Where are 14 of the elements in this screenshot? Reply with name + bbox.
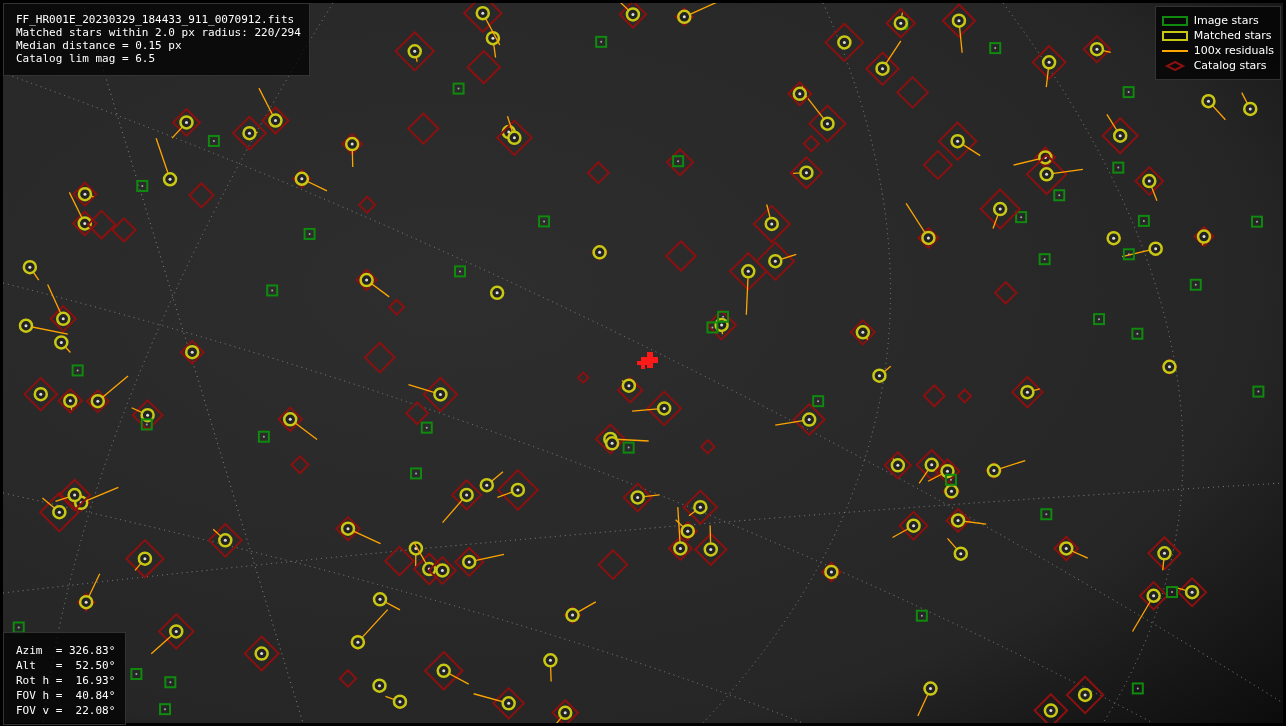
info-text: Matched stars within 2.0 px radius: 220/294 — [16, 26, 301, 39]
legend-label: Catalog stars — [1193, 59, 1267, 72]
legend-label: 100x residuals — [1193, 44, 1274, 57]
cross-icon — [637, 357, 649, 369]
legend-label: Matched stars — [1193, 29, 1272, 42]
legend-label: Image stars — [1193, 14, 1259, 27]
pointing-text: Azim = 326.83° — [16, 643, 116, 658]
info-text: Catalog lim mag = 6.5 — [16, 52, 157, 65]
info-text: FF_HR001E_20230329_184433_911_0070912.fits — [16, 13, 296, 26]
pointing-text: FOV v = 22.08° — [16, 703, 116, 718]
info-text: Median distance = 0.15 px — [16, 39, 183, 52]
pointing-text: Rot h = 16.93° — [16, 673, 116, 688]
pointing-text: FOV h = 40.84° — [16, 688, 116, 703]
pointing-text: Alt = 52.50° — [16, 658, 116, 673]
